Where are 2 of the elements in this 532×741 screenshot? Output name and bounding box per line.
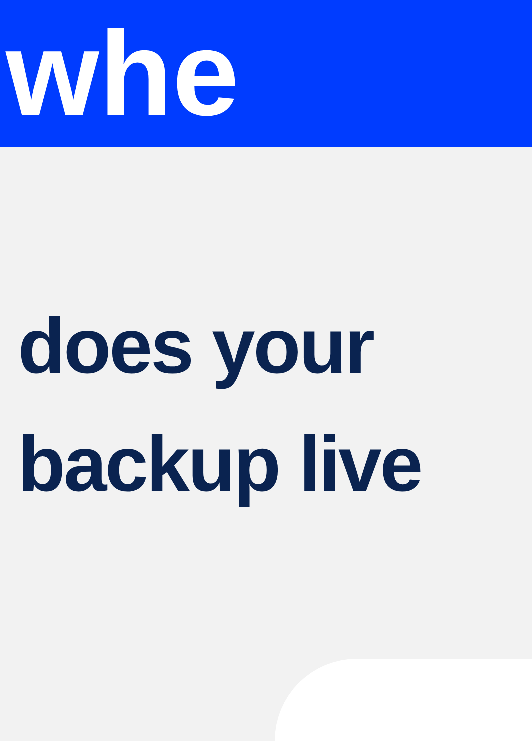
heading: does your backup live	[18, 301, 422, 510]
banner-text: whe	[4, 8, 240, 138]
